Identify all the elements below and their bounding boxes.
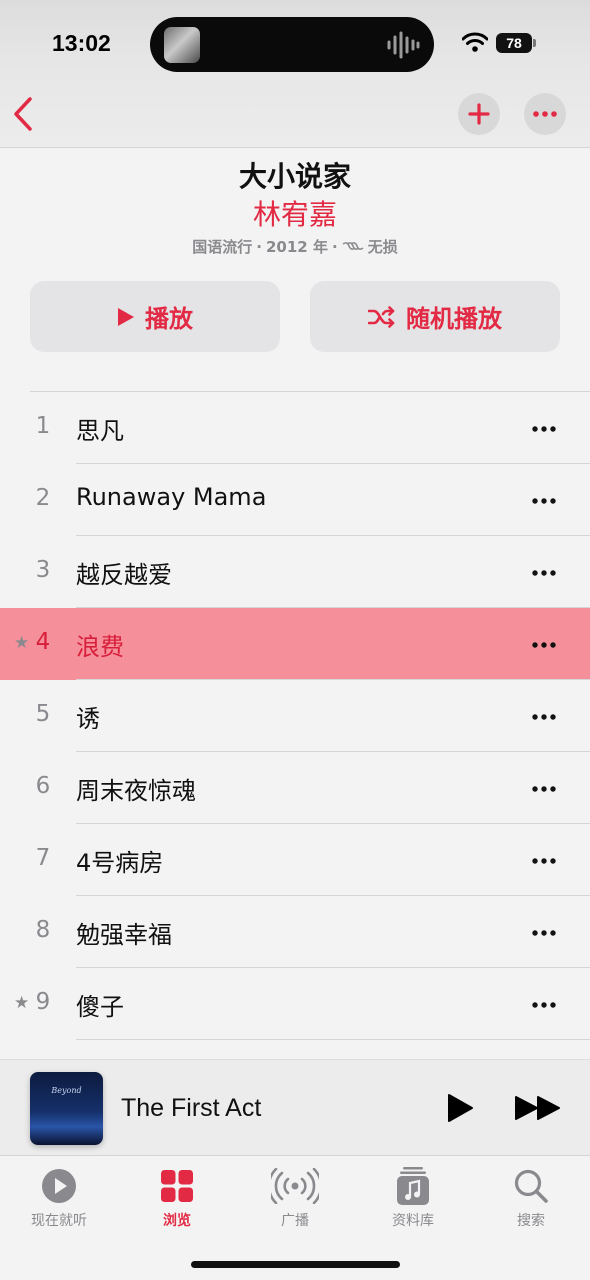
tab-radio[interactable]: 广播 xyxy=(236,1164,354,1230)
track-title: 诱 xyxy=(76,705,100,733)
album-artist-link[interactable]: 林宥嘉 xyxy=(0,193,590,233)
track-row[interactable]: ★ 8 勉强幸福 xyxy=(0,896,590,968)
album-title: 大小说家 xyxy=(238,160,351,193)
track-title: 傻子 xyxy=(76,993,124,1021)
ellipsis-icon[interactable] xyxy=(532,714,556,720)
shuffle-button[interactable]: 随机播放 xyxy=(310,281,560,352)
tab-browse[interactable]: 浏览 xyxy=(118,1164,236,1230)
lossless-icon xyxy=(342,241,364,250)
track-title: 越反越爱 xyxy=(76,561,172,589)
tab-label: 资料库 xyxy=(392,1213,434,1229)
tab-listen-now[interactable]: 现在就听 xyxy=(0,1164,118,1230)
add-button[interactable] xyxy=(458,93,500,135)
play-icon xyxy=(118,307,134,326)
track-number: 5 xyxy=(35,701,51,727)
tab-label: 浏览 xyxy=(163,1213,191,1229)
track-row[interactable]: ★ 9 傻子 xyxy=(0,968,590,1040)
play-button[interactable]: 播放 xyxy=(30,281,280,352)
track-title: 勉强幸福 xyxy=(76,921,172,949)
grid-icon xyxy=(161,1170,193,1202)
track-title: 4号病房 xyxy=(76,849,164,877)
meta-separator: · xyxy=(256,237,262,256)
tab-library[interactable]: 资料库 xyxy=(354,1164,472,1230)
track-title: 思凡 xyxy=(76,417,124,445)
wifi-icon xyxy=(462,32,488,52)
ellipsis-icon[interactable] xyxy=(532,930,556,936)
track-row[interactable]: ★ 5 诱 xyxy=(0,680,590,752)
track-title: 周末夜惊魂 xyxy=(76,777,196,805)
track-number: 7 xyxy=(35,845,51,871)
home-indicator xyxy=(191,1261,400,1268)
more-options-button[interactable] xyxy=(524,93,566,135)
tab-label: 现在就听 xyxy=(31,1213,87,1229)
track-row[interactable]: ★ 1 思凡 xyxy=(0,392,590,464)
artwork-text: Beyond xyxy=(51,1086,82,1095)
mini-player[interactable]: Beyond The First Act xyxy=(0,1059,590,1156)
shuffle-button-label: 随机播放 xyxy=(406,305,502,333)
track-title: Runaway Mama xyxy=(76,483,267,511)
track-row[interactable]: ★ 6 周末夜惊魂 xyxy=(0,752,590,824)
dynamic-island[interactable] xyxy=(150,17,434,72)
library-icon xyxy=(397,1167,429,1205)
chevron-left-icon[interactable] xyxy=(10,94,40,134)
battery-cap xyxy=(533,39,536,47)
track-row[interactable]: ★ 3 越反越爱 xyxy=(0,536,590,608)
track-number: 9 xyxy=(35,989,51,1015)
album-year: 2012 年 xyxy=(266,238,328,256)
star-icon: ★ xyxy=(14,633,30,653)
track-row[interactable]: ★ 2 Runaway Mama xyxy=(0,464,590,536)
shuffle-icon xyxy=(368,305,395,328)
ellipsis-icon[interactable] xyxy=(532,426,556,432)
fast-forward-icon[interactable] xyxy=(514,1095,562,1121)
album-quality: 无损 xyxy=(367,238,398,256)
track-number: 1 xyxy=(35,413,51,439)
search-icon xyxy=(514,1169,548,1203)
waveform-icon xyxy=(387,31,420,59)
track-row[interactable]: ★ 4 浪费 xyxy=(0,608,590,680)
ellipsis-icon[interactable] xyxy=(532,1002,556,1008)
plus-icon xyxy=(468,103,490,125)
status-time: 13:02 xyxy=(52,30,111,56)
island-album-art xyxy=(164,27,200,63)
ellipsis-icon[interactable] xyxy=(532,642,556,648)
album-genre: 国语流行 xyxy=(192,238,253,256)
track-number: 2 xyxy=(35,485,51,511)
track-number: 8 xyxy=(35,917,51,943)
meta-separator: · xyxy=(331,237,338,256)
battery-indicator: 78 xyxy=(496,33,532,53)
play-circle-icon xyxy=(42,1169,76,1203)
ellipsis-icon xyxy=(533,111,557,117)
album-meta: 国语流行 · 2012 年 · 无损 xyxy=(0,236,590,257)
tab-label: 广播 xyxy=(281,1213,309,1229)
ellipsis-icon[interactable] xyxy=(532,570,556,576)
tab-label: 搜索 xyxy=(517,1213,545,1229)
tab-search[interactable]: 搜索 xyxy=(472,1164,590,1230)
ellipsis-icon[interactable] xyxy=(532,498,556,504)
ellipsis-icon[interactable] xyxy=(532,858,556,864)
broadcast-icon xyxy=(271,1168,319,1204)
now-playing-artwork: Beyond xyxy=(30,1072,103,1145)
track-row[interactable]: ★ 7 4号病房 xyxy=(0,824,590,896)
row-divider xyxy=(76,1039,590,1040)
play-button-label: 播放 xyxy=(145,305,193,333)
ellipsis-icon[interactable] xyxy=(532,786,556,792)
track-number: 4 xyxy=(35,629,51,655)
track-number: 3 xyxy=(35,557,51,583)
star-icon: ★ xyxy=(14,993,30,1013)
now-playing-title: The First Act xyxy=(121,1094,262,1122)
track-number: 6 xyxy=(35,773,51,799)
play-icon[interactable] xyxy=(446,1093,474,1123)
track-title: 浪费 xyxy=(76,633,124,661)
